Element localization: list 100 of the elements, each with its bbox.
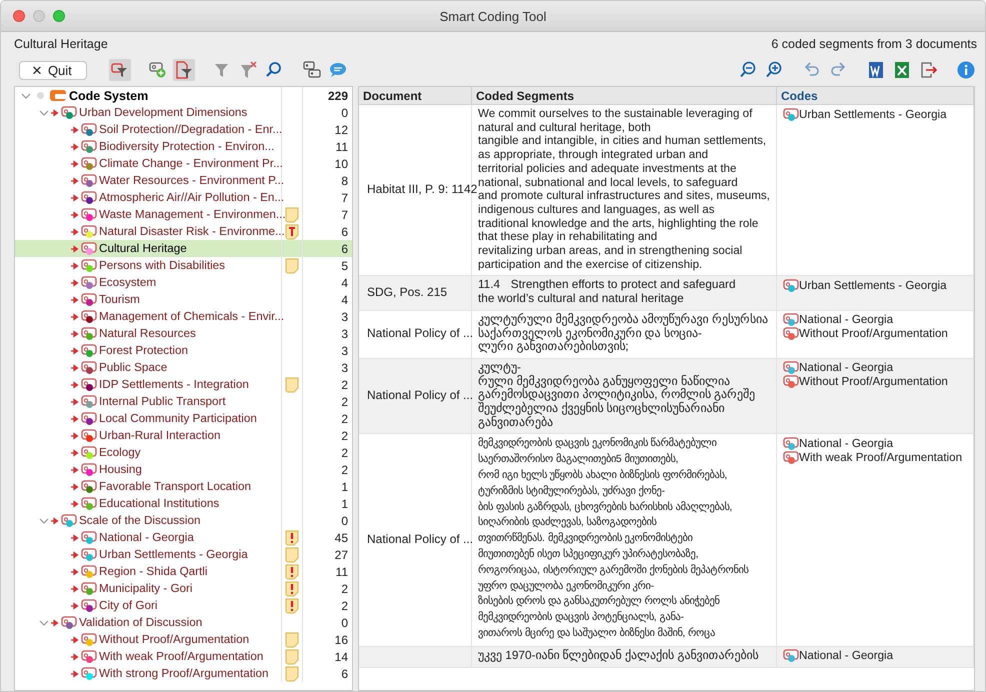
code-row[interactable]: National - Georgia 45: [15, 529, 352, 546]
code-label: Urban Settlements - Georgia: [799, 108, 947, 120]
code-row[interactable]: Validation of Discussion 0: [15, 614, 352, 631]
zoom-in-icon[interactable]: [764, 60, 784, 80]
code-row[interactable]: Water Resources - Environment P... 8: [15, 172, 352, 189]
coded-segment-text: We commit ourselves to the sustainable leveraging of natural and cultural heritage, both tangible and intangible, in cities and human settlements, as appropriate, through integrated urban and territorial policies and adequate investments at the national, subnational and local levels, to safeguard and promote cultural infrastructures and sites, museums, indigenous cultures and languages, as well as traditional knowledge and the arts, highlighting the role that these play in rehabilitating and revitalizing urban areas, and in strengthening social participation and the exercise of citizenship.: [478, 107, 771, 272]
code-row[interactable]: Without Proof/Argumentation 16: [15, 631, 352, 648]
code-row[interactable]: Scale of the Discussion 0: [15, 512, 352, 529]
code-row[interactable]: Tourism 4: [15, 291, 352, 308]
code-row[interactable]: Local Community Participation 2: [15, 410, 352, 427]
code-count: 0: [340, 514, 349, 528]
code-row[interactable]: Climate Change - Environment Pr... 10: [15, 155, 352, 172]
coded-segment-text: 11.4 Strengthen efforts to protect and safeguard the world’s cultural and natural heritage: [478, 278, 737, 306]
code-row[interactable]: Urban Development Dimensions 0: [15, 104, 352, 121]
document-cell: Habitat III, P. 9: 1142: [367, 182, 478, 196]
code-row[interactable]: Public Space 3: [15, 359, 352, 376]
code-row[interactable]: Forest Protection 3: [15, 342, 352, 359]
arrow-icon: [71, 346, 79, 354]
code-label: National - Georgia: [799, 361, 894, 374]
code-label: Atmospheric Air//Air Pollution - En...: [99, 191, 284, 204]
code-row[interactable]: Urban Settlements - Georgia 27: [15, 546, 352, 563]
arrow-icon: [71, 330, 79, 338]
code-row[interactable]: Municipality - Gori 2: [15, 580, 352, 597]
important-memo-icon[interactable]: [285, 564, 299, 580]
code-label: Ecosystem: [99, 276, 156, 289]
word-document-icon[interactable]: [866, 60, 886, 80]
code-count: 7: [340, 190, 349, 204]
code-count: 11: [334, 140, 349, 154]
code-row[interactable]: Favorable Transport Location 1: [15, 478, 352, 495]
code-row[interactable]: Cultural Heritage 6: [15, 240, 352, 257]
code-label: National - Georgia: [799, 436, 894, 450]
code-count: 2: [340, 428, 349, 442]
important-memo-icon[interactable]: [285, 530, 299, 546]
code-count: 4: [340, 292, 349, 306]
arrow-icon: [71, 312, 79, 320]
code-row[interactable]: Urban-Rural Interaction 2: [15, 427, 352, 444]
column-header[interactable]: Document: [359, 87, 472, 104]
code-row[interactable]: Persons with Disabilities 5: [15, 257, 352, 274]
info-icon[interactable]: [956, 60, 976, 80]
code-row[interactable]: Ecosystem 4: [15, 274, 352, 291]
arrow-icon: [71, 228, 79, 236]
important-memo-icon[interactable]: [285, 580, 299, 596]
code-row[interactable]: With strong Proof/Argumentation 6: [15, 665, 352, 682]
collapse-chevron-icon[interactable]: [39, 618, 49, 628]
memo-icon[interactable]: [285, 376, 299, 392]
code-row[interactable]: Region - Shida Qartli 11: [15, 563, 352, 580]
code-row[interactable]: Natural Resources 3: [15, 325, 352, 342]
zoom-out-icon[interactable]: [738, 60, 758, 80]
code-label: Tourism: [99, 293, 140, 306]
code-label: Urban Development Dimensions: [79, 106, 248, 119]
collapse-chevron-icon[interactable]: [39, 108, 49, 118]
arrow-icon: [71, 244, 79, 252]
spreadsheet-icon[interactable]: [892, 60, 912, 80]
add-code-icon[interactable]: [148, 60, 168, 80]
memo-icon[interactable]: [285, 648, 299, 664]
document-filter-icon[interactable]: [174, 60, 194, 80]
quit-button[interactable]: × Quit: [19, 60, 87, 80]
code-label: National - Georgia: [99, 531, 194, 544]
code-row[interactable]: Educational Institutions 1: [15, 495, 352, 512]
arrow-icon: [71, 466, 79, 474]
code-label: Waste Management - Environmen...: [99, 208, 286, 221]
memo-icon[interactable]: [285, 632, 299, 648]
code-label: City of Gori: [99, 599, 158, 612]
memo-icon[interactable]: [285, 666, 299, 682]
tags-icon[interactable]: [302, 60, 322, 80]
code-row[interactable]: City of Gori 2: [15, 597, 352, 614]
code-row[interactable]: IDP Settlements - Integration 2: [15, 376, 352, 393]
important-memo-icon[interactable]: [285, 598, 299, 614]
code-row[interactable]: With weak Proof/Argumentation 14: [15, 648, 352, 665]
code-count: 3: [340, 344, 349, 358]
code-label: Validation of Discussion: [79, 616, 202, 629]
arrow-icon: [71, 278, 79, 286]
arrow-icon: [71, 296, 79, 304]
memo-icon[interactable]: [285, 258, 299, 274]
code-system-icon: [49, 89, 67, 102]
coded-segment-text: კულტუ- რული მემკვიდრეობა განუყოფელი ნაწილია გარემოსდაცვითი პოლიტიკისა, რომლის გარეშე შეუძლებელია ქვეყნის სიცოცხლისუნარიანი განვითარება: [478, 360, 756, 430]
code-row[interactable]: Atmospheric Air//Air Pollution - En... 7: [15, 189, 352, 206]
arrow-icon: [71, 602, 79, 610]
arrow-icon: [71, 652, 79, 660]
code-row[interactable]: Internal Public Transport 2: [15, 393, 352, 410]
zoom-button[interactable]: [53, 10, 65, 22]
code-row[interactable]: Ecology 2: [15, 444, 352, 461]
code-row[interactable]: Housing 2: [15, 461, 352, 478]
code-count: 2: [340, 394, 349, 408]
code-row[interactable]: Biodiversity Protection - Environ... 11: [15, 138, 352, 155]
text-memo-icon[interactable]: [285, 224, 299, 240]
column-header[interactable]: Codes: [776, 87, 974, 104]
collapse-chevron-icon[interactable]: [39, 516, 49, 526]
speech-bubble-icon[interactable]: [328, 60, 348, 80]
column-header[interactable]: Coded Segments: [472, 87, 776, 104]
code-count: 10: [334, 156, 349, 170]
arrow-icon: [71, 448, 79, 456]
segment-summary: 6 coded segments from 3 documents: [771, 37, 977, 53]
code-row[interactable]: Management of Chemicals - Envir... 3: [15, 308, 352, 325]
close-button[interactable]: [13, 10, 25, 22]
arrow-icon: [71, 160, 79, 168]
collapse-chevron-icon[interactable]: [21, 90, 31, 100]
code-count: 8: [340, 174, 349, 188]
code-row[interactable]: Soil Protection//Degradation - Enr... 12: [15, 121, 352, 138]
code-row[interactable]: Waste Management - Environmen... 7: [15, 206, 352, 223]
